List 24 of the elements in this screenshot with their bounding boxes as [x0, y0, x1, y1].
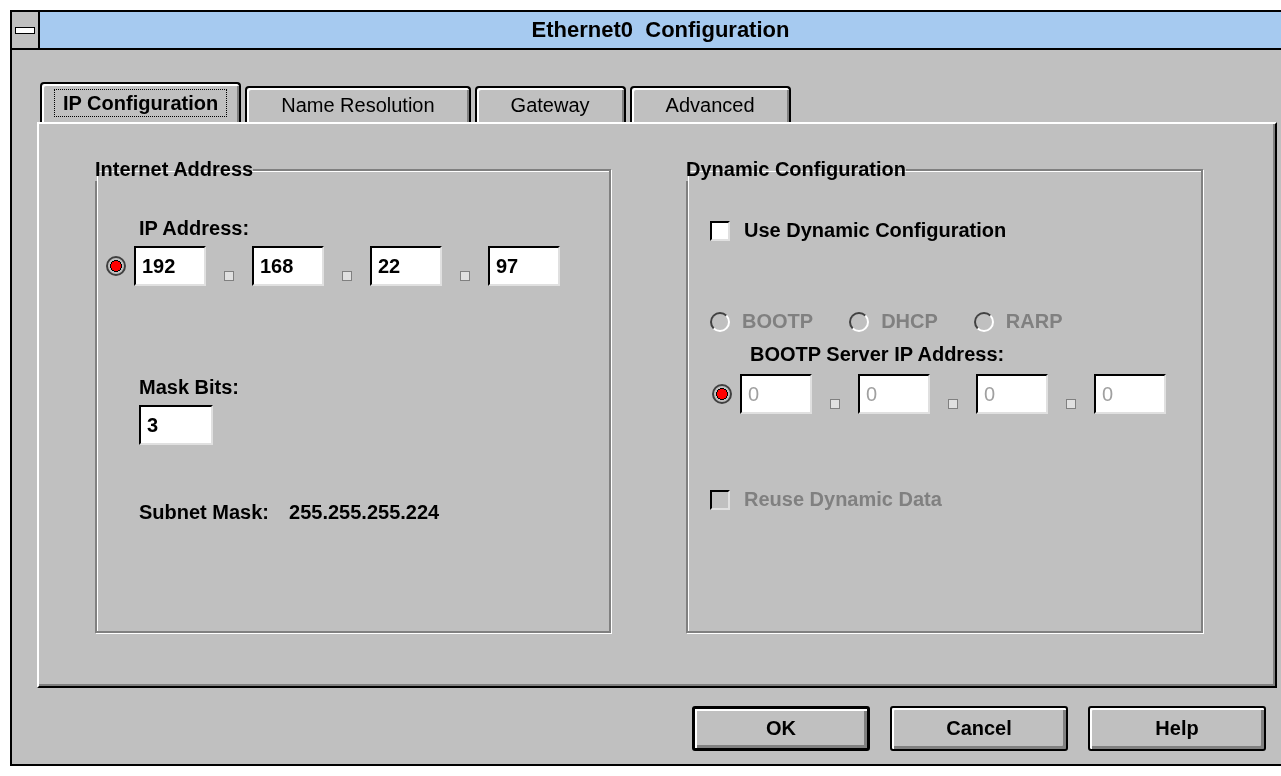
- field-label: Subnet Mask:: [139, 501, 270, 524]
- dialog-button[interactable]: Help: [1088, 706, 1266, 751]
- tab[interactable]: Advanced: [629, 86, 791, 122]
- field-label: BOOTP Server IP Address:: [750, 343, 1006, 366]
- dialog-button[interactable]: OK: [692, 706, 870, 751]
- radio-button[interactable]: [712, 384, 732, 404]
- group-title: Dynamic Configuration: [686, 158, 906, 181]
- tab[interactable]: Gateway: [474, 86, 626, 122]
- checkbox[interactable]: Use Dynamic Configuration: [710, 219, 1201, 242]
- dialog-button[interactable]: Cancel: [890, 706, 1068, 751]
- tab[interactable]: Name Resolution: [245, 86, 471, 122]
- input-field[interactable]: 192: [134, 246, 206, 286]
- input-field[interactable]: 97: [488, 246, 560, 286]
- system-menu-button[interactable]: [12, 12, 40, 48]
- field-label: IP Address:: [139, 217, 251, 240]
- window-title: Ethernet0 Configuration: [530, 17, 791, 43]
- tab[interactable]: IP Configuration: [40, 82, 242, 122]
- field-label: Mask Bits:: [139, 376, 241, 399]
- input-field[interactable]: 3: [139, 405, 213, 445]
- radio-button[interactable]: [106, 256, 126, 276]
- group-title: Internet Address: [95, 158, 254, 181]
- input-field[interactable]: 22: [370, 246, 442, 286]
- subnet-value: 255.255.255.224: [289, 501, 440, 524]
- input-field[interactable]: 168: [252, 246, 324, 286]
